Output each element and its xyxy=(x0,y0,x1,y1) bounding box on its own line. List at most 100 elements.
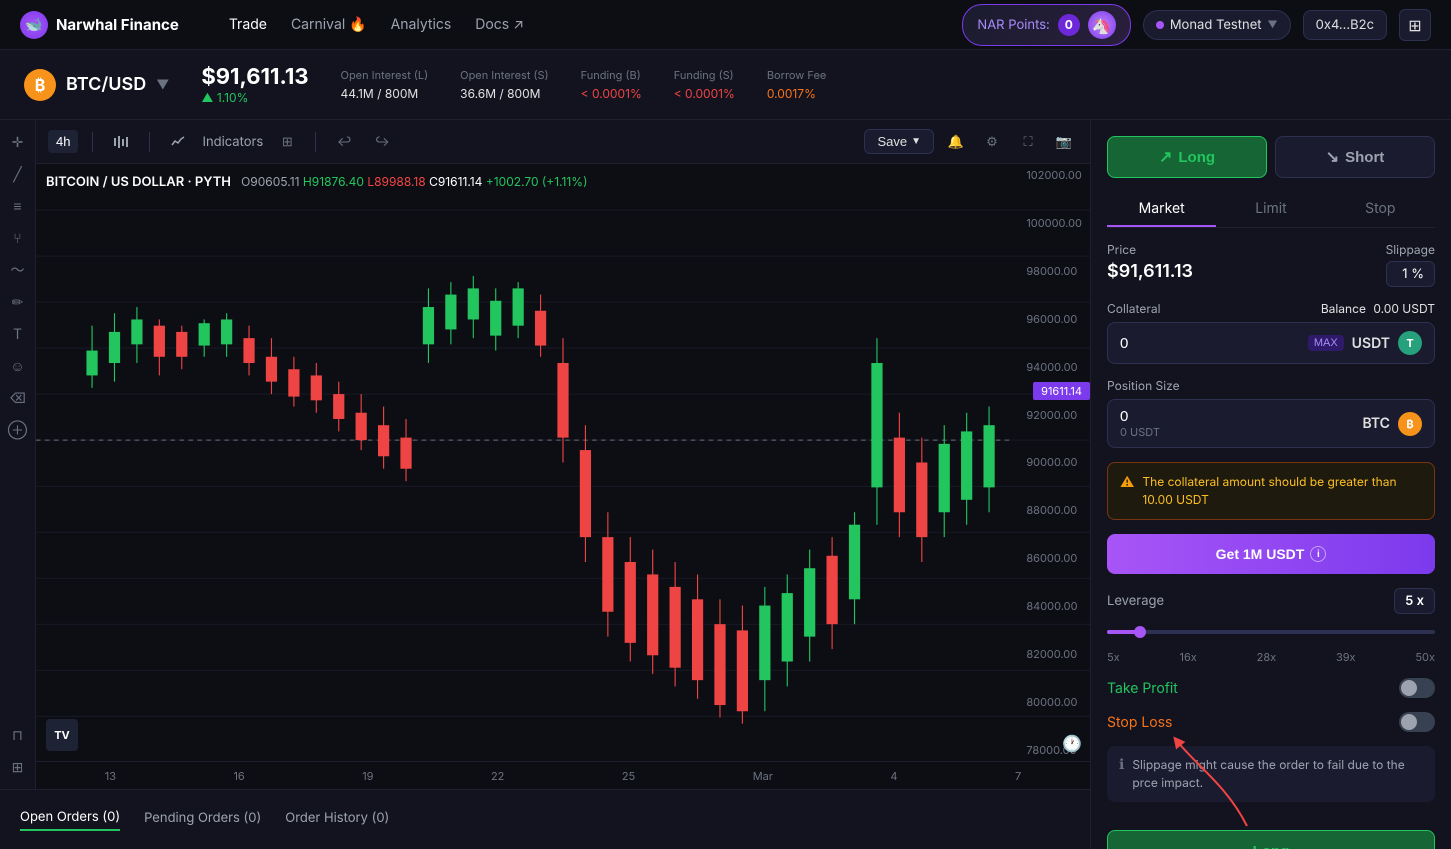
price-display: $91,611.13 xyxy=(1107,261,1193,282)
indicators-icon[interactable] xyxy=(164,128,192,156)
nav-trade[interactable]: Trade xyxy=(229,12,267,37)
network-dot xyxy=(1156,21,1164,29)
funding-b-label: Funding (B) xyxy=(581,68,642,82)
order-history-tab[interactable]: Order History (0) xyxy=(285,810,389,830)
alert-icon[interactable]: 🔔 xyxy=(942,128,970,156)
current-price-label: 91611.14 xyxy=(1033,382,1090,400)
magnet-icon[interactable]: ⊓ xyxy=(4,721,32,749)
nav-analytics[interactable]: Analytics xyxy=(391,12,452,37)
take-profit-toggle[interactable] xyxy=(1399,678,1435,698)
fullscreen-icon[interactable]: ⛶ xyxy=(1014,128,1042,156)
network-selector[interactable]: Monad Testnet ▼ xyxy=(1143,10,1291,40)
fork-icon[interactable]: ⑂ xyxy=(4,224,32,252)
eraser-icon[interactable]: ⌫ xyxy=(4,384,32,412)
get-usdt-button[interactable]: Get 1M USDT i xyxy=(1107,534,1435,574)
slippage-value[interactable]: 1 % xyxy=(1386,261,1435,287)
leverage-section: Leverage 5 x 5x 16x 28x 39x 50x xyxy=(1107,588,1435,664)
market-tab[interactable]: Market xyxy=(1107,192,1216,227)
zoom-icon[interactable]: ⊕ xyxy=(4,416,32,444)
candlestick-chart xyxy=(36,164,1090,761)
emoji-icon[interactable]: ☺ xyxy=(4,352,32,380)
clock-icon[interactable]: 🕐 xyxy=(1062,733,1082,753)
chart-main: 4h Indicators ⊞ ↩ ↪ xyxy=(36,120,1090,789)
toolbar-divider3 xyxy=(315,132,316,152)
settings-icon[interactable]: ⚙ xyxy=(978,128,1006,156)
toolbar-right: Save ▼ 🔔 ⚙ ⛶ 📷 xyxy=(864,128,1078,156)
btc-currency-icon: ₿ xyxy=(1398,412,1422,436)
nav-docs[interactable]: Docs ↗ xyxy=(475,12,524,37)
collateral-label-row: Collateral Balance 0.00 USDT xyxy=(1107,301,1435,316)
funding-b-value: < 0.0001% xyxy=(581,86,642,101)
drawing-tools: ✛ ╱ ≡ ⑂ 〜 ✏ T ☺ ⌫ ⊕ ⊓ ⊞ xyxy=(0,120,36,789)
horizontal-line-icon[interactable]: ≡ xyxy=(4,192,32,220)
short-button[interactable]: ↘ Short xyxy=(1275,136,1435,178)
nav-carnival[interactable]: Carnival 🔥 xyxy=(291,12,367,37)
open-interest-short: Open Interest (S) 36.6M / 800M xyxy=(460,68,548,101)
collateral-currency: USDT xyxy=(1352,335,1390,352)
layout-icon[interactable]: ⊞ xyxy=(273,128,301,156)
text-icon[interactable]: T xyxy=(4,320,32,348)
wave-icon[interactable]: 〜 xyxy=(4,256,32,284)
warning-box: ⚠ The collateral amount should be greate… xyxy=(1107,462,1435,520)
stop-loss-toggle[interactable] xyxy=(1399,712,1435,732)
toolbar-divider xyxy=(92,132,93,152)
price-block: $91,611.13 ▲ 1.10% xyxy=(201,64,308,105)
main-layout: ✛ ╱ ≡ ⑂ 〜 ✏ T ☺ ⌫ ⊕ ⊓ ⊞ 4h xyxy=(0,120,1451,849)
leverage-header: Leverage 5 x xyxy=(1107,588,1435,614)
slippage-label: Slippage xyxy=(1386,242,1435,257)
nar-points-button[interactable]: NAR Points: 0 🦄 xyxy=(962,4,1130,46)
logo-text: Narwhal Finance xyxy=(56,15,179,34)
trendline-icon[interactable]: ╱ xyxy=(4,160,32,188)
collateral-input[interactable] xyxy=(1120,335,1300,352)
screenshot-icon[interactable]: 📷 xyxy=(1050,128,1078,156)
chart-container[interactable]: BITCOIN / US DOLLAR · PYTH O90605.11 H91… xyxy=(36,164,1090,761)
btc-icon: ₿ xyxy=(24,69,56,101)
take-profit-thumb xyxy=(1401,680,1417,696)
chart-ohlc-info: BITCOIN / US DOLLAR · PYTH O90605.11 H91… xyxy=(46,174,587,190)
warning-triangle-icon: ⚠ xyxy=(1120,474,1134,491)
pair-chevron-icon: ▼ xyxy=(156,77,169,93)
funding-s-label: Funding (S) xyxy=(674,68,735,82)
pair-selector[interactable]: ₿ BTC/USD ▼ xyxy=(24,69,169,101)
long-button[interactable]: ↗ Long xyxy=(1107,136,1267,178)
leverage-thumb[interactable] xyxy=(1134,626,1146,638)
limit-tab[interactable]: Limit xyxy=(1216,192,1325,227)
network-label: Monad Testnet xyxy=(1170,17,1262,33)
wallet-button[interactable]: 0x4...B2c xyxy=(1303,10,1387,40)
chart-type-icon[interactable] xyxy=(107,128,135,156)
indicators-label[interactable]: Indicators xyxy=(202,134,263,150)
nar-avatar: 🦄 xyxy=(1088,11,1116,39)
borrow-fee-label: Borrow Fee xyxy=(767,68,826,82)
undo-icon[interactable]: ↩ xyxy=(330,128,358,156)
leverage-label: Leverage xyxy=(1107,593,1164,609)
take-profit-section: Take Profit xyxy=(1107,678,1435,698)
position-label-row: Position Size xyxy=(1107,378,1435,393)
leverage-slider[interactable] xyxy=(1107,630,1435,634)
y-axis-labels: 102000.00 100000.00 98000.00 96000.00 94… xyxy=(1026,164,1082,761)
max-button[interactable]: MAX xyxy=(1308,335,1344,351)
stop-loss-thumb xyxy=(1401,714,1417,730)
price-label: Price xyxy=(1107,242,1193,257)
info-circle-icon: i xyxy=(1310,546,1326,562)
timeframe-4h-button[interactable]: 4h xyxy=(48,130,78,153)
oi-long-value: 44.1M / 800M xyxy=(341,86,429,101)
open-orders-tab[interactable]: Open Orders (0) xyxy=(20,809,120,831)
collateral-input-row: MAX USDT T xyxy=(1107,322,1435,364)
position-input[interactable] xyxy=(1120,408,1354,425)
long-short-toggle: ↗ Long ↘ Short xyxy=(1107,136,1435,178)
redo-icon[interactable]: ↪ xyxy=(368,128,396,156)
stop-tab[interactable]: Stop xyxy=(1326,192,1435,227)
position-currency: BTC xyxy=(1362,415,1390,432)
pencil-icon[interactable]: ✏ xyxy=(4,288,32,316)
save-button[interactable]: Save ▼ xyxy=(864,129,934,154)
settings-icon[interactable]: ⊞ xyxy=(1399,9,1431,41)
oi-short-value: 36.6M / 800M xyxy=(460,86,548,101)
collateral-label: Collateral xyxy=(1107,301,1160,316)
oi-short-label: Open Interest (S) xyxy=(460,68,548,82)
layers-icon[interactable]: ⊞ xyxy=(4,753,32,781)
leverage-marks: 5x 16x 28x 39x 50x xyxy=(1107,650,1435,664)
crosshair-icon[interactable]: ✛ xyxy=(4,128,32,156)
leverage-slider-container[interactable] xyxy=(1107,626,1435,638)
pending-orders-tab[interactable]: Pending Orders (0) xyxy=(144,810,261,830)
logo[interactable]: 🐋 Narwhal Finance xyxy=(20,11,179,39)
